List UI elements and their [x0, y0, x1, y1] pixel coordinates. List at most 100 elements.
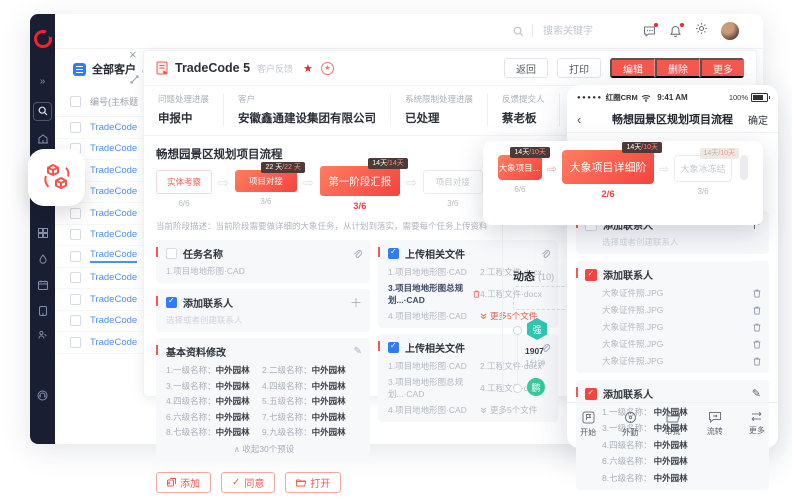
expand-diagonal-icon[interactable] — [130, 71, 139, 89]
arrow-right-icon: ⇨ — [547, 162, 557, 176]
more-button[interactable]: 更多 — [700, 58, 744, 78]
trash-icon[interactable] — [753, 340, 761, 349]
tablet-icon[interactable] — [30, 306, 55, 316]
trash-icon[interactable] — [753, 289, 761, 298]
trash-icon[interactable] — [753, 323, 761, 332]
paperclip-icon[interactable] — [353, 249, 362, 259]
open-button[interactable]: 打开 — [285, 472, 341, 493]
toolbar-field-work[interactable]: 外勤 — [609, 411, 651, 438]
file-with-delete[interactable]: 3.项目地地形图总规划...·CAD — [388, 282, 480, 306]
ink-drop-icon[interactable] — [30, 254, 55, 264]
duration-badge: 14天/10天 — [510, 147, 550, 158]
company-icon[interactable] — [30, 134, 55, 144]
row-link[interactable]: TradeCode — [90, 143, 137, 154]
avatar-hexagon: 强 — [527, 318, 547, 340]
search-icon[interactable] — [513, 26, 524, 37]
toolbar-approval[interactable]: 审批 — [651, 411, 693, 438]
edit-button[interactable]: 编辑 — [610, 58, 655, 78]
task-card[interactable]: 基本资料修改 ✎ 1.一级名称：中外园林 2.二级名称：中外园林 3.一级名称：… — [156, 338, 370, 461]
row-checkbox[interactable] — [70, 122, 81, 133]
row-link[interactable]: TradeCode — [90, 208, 137, 219]
duration-badge: 14天/14天 — [368, 158, 408, 169]
search-icon[interactable] — [30, 106, 55, 116]
row-checkbox[interactable] — [70, 208, 81, 219]
row-checkbox[interactable] — [70, 337, 81, 348]
search-input[interactable] — [541, 25, 615, 38]
task-checkbox-checked[interactable]: ✓ — [166, 297, 177, 308]
row-checkbox[interactable] — [70, 294, 81, 305]
row-link[interactable]: TradeCode — [90, 337, 137, 348]
product-cube-badge[interactable] — [28, 149, 85, 206]
close-icon[interactable]: × — [129, 48, 137, 61]
battery-icon — [751, 93, 768, 102]
confirm-button[interactable]: 确定 — [748, 112, 768, 127]
row-link[interactable]: TradeCode — [90, 165, 137, 176]
flow-step[interactable]: 项目对接 3/6 — [423, 170, 483, 208]
row-link[interactable]: TradeCode — [90, 186, 137, 197]
flow-step-current[interactable]: 大象项目详细阶 14天/10天 2/6 — [562, 155, 654, 200]
toolbar-start[interactable]: 开始 — [567, 411, 609, 438]
task-checkbox-checked[interactable]: ✓ — [388, 342, 399, 353]
task-checkbox-checked[interactable] — [585, 388, 597, 400]
apps-icon[interactable] — [30, 228, 55, 238]
field: 客户安徽鑫通建设集团有限公司 — [223, 93, 390, 126]
activity-count: (10) — [538, 272, 554, 282]
print-button[interactable]: 打印 — [557, 58, 601, 78]
toolbar-more[interactable]: 更多 — [736, 411, 778, 438]
left-nav-sidebar: » — [30, 14, 55, 444]
trash-icon[interactable] — [753, 357, 761, 366]
task-checkbox-checked[interactable] — [585, 269, 597, 281]
delete-button[interactable]: 删除 — [655, 58, 700, 78]
support-icon[interactable] — [30, 390, 55, 401]
trash-icon[interactable] — [473, 290, 480, 298]
row-link[interactable]: TradeCode — [90, 249, 137, 263]
agree-button[interactable]: ✓同意 — [221, 472, 275, 493]
bell-icon[interactable] — [669, 25, 682, 38]
row-link[interactable]: TradeCode — [90, 294, 137, 305]
row-link[interactable]: TradeCode — [90, 272, 137, 283]
row-link[interactable]: TradeCode — [90, 315, 137, 326]
task-checkbox[interactable] — [166, 248, 177, 259]
plus-icon[interactable]: ＋ — [350, 298, 362, 308]
row-link[interactable]: TradeCode — [90, 122, 137, 133]
row-link[interactable]: TradeCode — [90, 229, 137, 240]
activity-text: 1907 — [525, 346, 544, 356]
task-card[interactable]: 任务名称 1.项目地地形图·CAD — [156, 240, 370, 283]
task-card[interactable]: ✓ 添加联系人 ＋ 选择或者创建联系人 — [156, 289, 370, 332]
phone-task-card[interactable]: 添加联系人 大象证件照.JPG 大象证件照.JPG 大象证件照.JPG 大象证件… — [576, 261, 769, 373]
star-icon[interactable]: ★ — [303, 62, 313, 75]
pencil-icon[interactable]: ✎ — [354, 346, 362, 357]
flow-step[interactable]: 大象项目… 14天/10天 6/6 — [498, 155, 542, 194]
timeline-dot — [513, 326, 522, 335]
flow-step-current[interactable]: 第一阶段汇报 14天/14天 3/6 — [320, 170, 400, 212]
start-flag-icon — [582, 411, 595, 424]
contacts-icon[interactable] — [30, 330, 55, 340]
messages-icon[interactable] — [643, 25, 656, 38]
add-button[interactable]: 添加 — [156, 472, 211, 493]
collapse-presets-link[interactable]: ∧ 收起30个预设 — [166, 443, 362, 455]
toolbar-flow[interactable]: 流转 — [694, 411, 736, 438]
customer-list-icon — [73, 63, 86, 76]
flow-step[interactable]: 项目对接 22 天/22 天 3/6 — [235, 170, 297, 206]
row-checkbox[interactable] — [70, 315, 81, 326]
row-checkbox[interactable] — [70, 272, 81, 283]
back-button[interactable]: 返回 — [504, 58, 548, 78]
task-checkbox-checked[interactable]: ✓ — [388, 248, 399, 259]
arrow-right-icon: ⇨ — [659, 162, 669, 176]
timeline-dot — [513, 384, 522, 393]
user-avatar[interactable] — [721, 22, 739, 40]
medal-icon[interactable]: ★ — [321, 62, 334, 75]
row-checkbox[interactable] — [70, 229, 81, 240]
gear-icon[interactable] — [695, 22, 708, 40]
flow-step[interactable]: 实体考察 6/6 — [156, 170, 212, 208]
more-files-link[interactable]: 更多5个文件 — [480, 404, 556, 416]
field: 系统限制处理进展已处理 — [390, 93, 487, 126]
select-all-checkbox[interactable] — [70, 96, 81, 107]
pencil-icon[interactable]: ✎ — [752, 387, 761, 400]
chat-arrow-icon — [708, 411, 722, 423]
trash-icon[interactable] — [753, 306, 761, 315]
schedule-icon[interactable] — [30, 280, 55, 290]
row-checkbox[interactable] — [70, 251, 81, 262]
flow-step[interactable]: 大象冰冻结 14天/10天 3/6 — [674, 155, 732, 196]
collapse-icon[interactable]: » — [30, 76, 55, 87]
